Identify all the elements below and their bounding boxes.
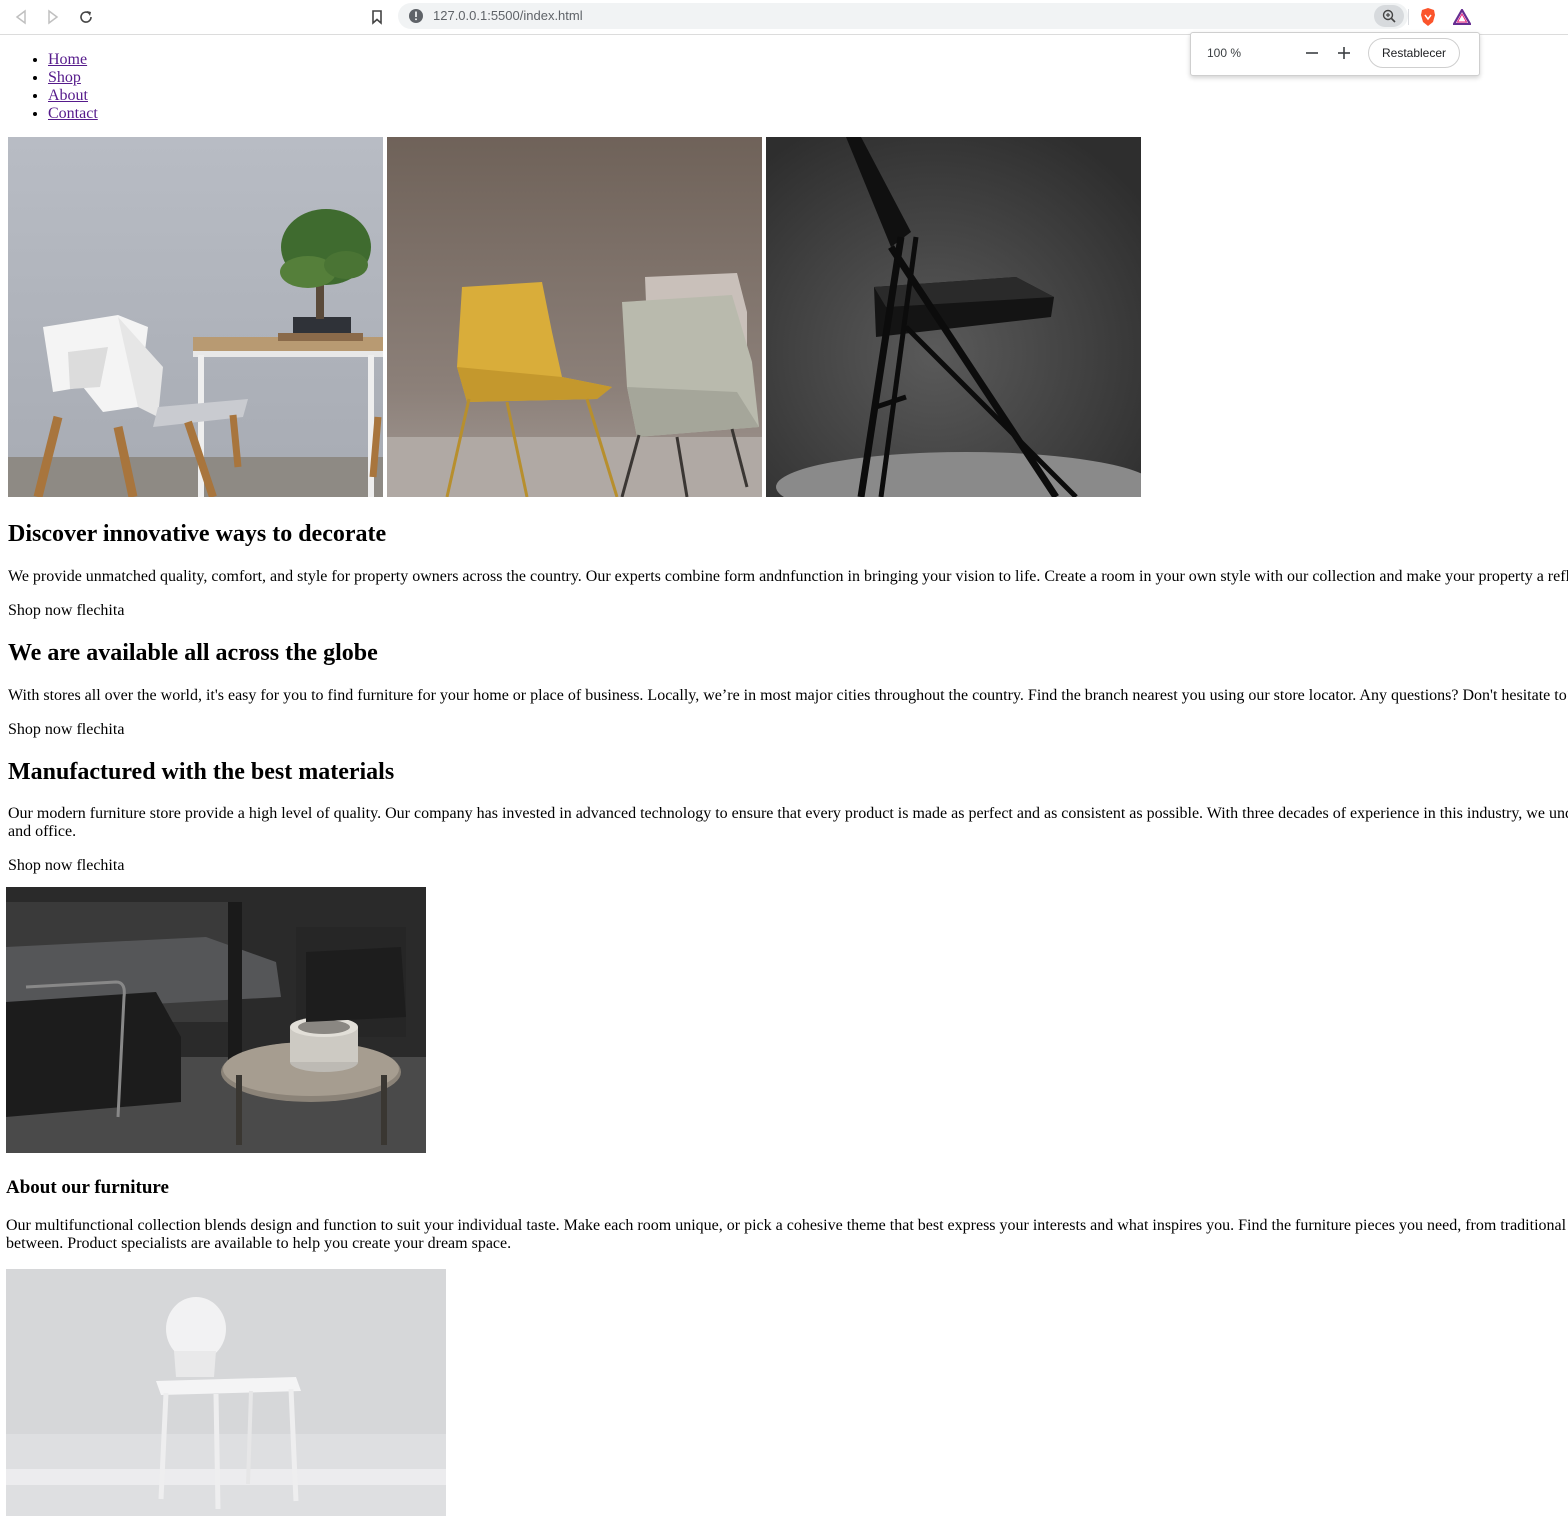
brave-lion-icon	[1421, 8, 1435, 26]
reload-button[interactable]	[74, 5, 98, 29]
section-title: We are available all across the globe	[8, 640, 378, 666]
url-host: 127.0.0.1:5500	[433, 8, 520, 23]
shop-now-link[interactable]: Shop now flechita	[8, 721, 124, 739]
zoom-popup: 100 % Restablecer	[1190, 32, 1480, 76]
forward-button[interactable]	[41, 5, 65, 29]
zoom-out-button[interactable]	[1301, 42, 1323, 64]
minus-icon	[1306, 52, 1318, 54]
rewards-triangle-icon	[1453, 9, 1471, 25]
bookmark-button[interactable]	[365, 5, 389, 29]
white-chair-bonsai-photo	[8, 137, 383, 497]
info-icon[interactable]	[408, 8, 424, 24]
about-title: About our furniture	[6, 1177, 169, 1198]
about-text-line2: between. Product specialists are availab…	[6, 1235, 512, 1252]
nav-link-shop[interactable]: Shop	[48, 69, 81, 86]
dark-lounge-chairs-photo	[6, 887, 426, 1153]
url-text: 127.0.0.1:5500/index.html	[433, 8, 583, 23]
url-path: /index.html	[519, 8, 583, 23]
zoom-indicator-button[interactable]	[1374, 5, 1404, 27]
nav-link-home[interactable]: Home	[48, 51, 87, 68]
zoom-icon	[1382, 9, 1396, 23]
forward-icon	[48, 9, 59, 25]
bookmark-icon	[372, 10, 382, 25]
browser-toolbar: 127.0.0.1:5500/index.html	[0, 0, 1568, 35]
shop-now-link[interactable]: Shop now flechita	[8, 602, 124, 620]
plus-icon	[1338, 47, 1350, 59]
black-folding-chair-photo	[766, 137, 1141, 497]
section-text-line1: Our modern furniture store provide a hig…	[8, 805, 1568, 822]
section-text: With stores all over the world, it's eas…	[8, 687, 1567, 704]
section-title: Manufactured with the best materials	[8, 759, 395, 785]
nav-item-contact: Contact	[48, 105, 1568, 123]
zoom-in-button[interactable]	[1333, 42, 1355, 64]
back-icon	[15, 9, 26, 25]
section-text: We provide unmatched quality, comfort, a…	[8, 568, 1568, 585]
nav-link-about[interactable]: About	[48, 87, 88, 104]
white-chair-light-photo	[6, 1269, 446, 1516]
toolbar-divider	[1408, 9, 1409, 25]
section-text-line2: and office.	[8, 823, 77, 840]
section-title: Discover innovative ways to decorate	[8, 521, 387, 547]
nav-link-contact[interactable]: Contact	[48, 105, 98, 122]
about-text-line1: Our multifunctional collection blends de…	[6, 1217, 1567, 1234]
address-bar[interactable]: 127.0.0.1:5500/index.html	[398, 3, 1408, 29]
back-button[interactable]	[9, 5, 33, 29]
zoom-level: 100 %	[1207, 46, 1242, 60]
yellow-grey-chairs-photo	[387, 137, 762, 497]
shop-now-link[interactable]: Shop now flechita	[8, 857, 124, 875]
reload-icon	[80, 11, 92, 23]
brave-shields-button[interactable]	[1416, 5, 1440, 29]
brave-rewards-button[interactable]	[1450, 5, 1474, 29]
zoom-reset-button[interactable]: Restablecer	[1368, 38, 1460, 68]
nav-item-about: About	[48, 87, 1568, 105]
